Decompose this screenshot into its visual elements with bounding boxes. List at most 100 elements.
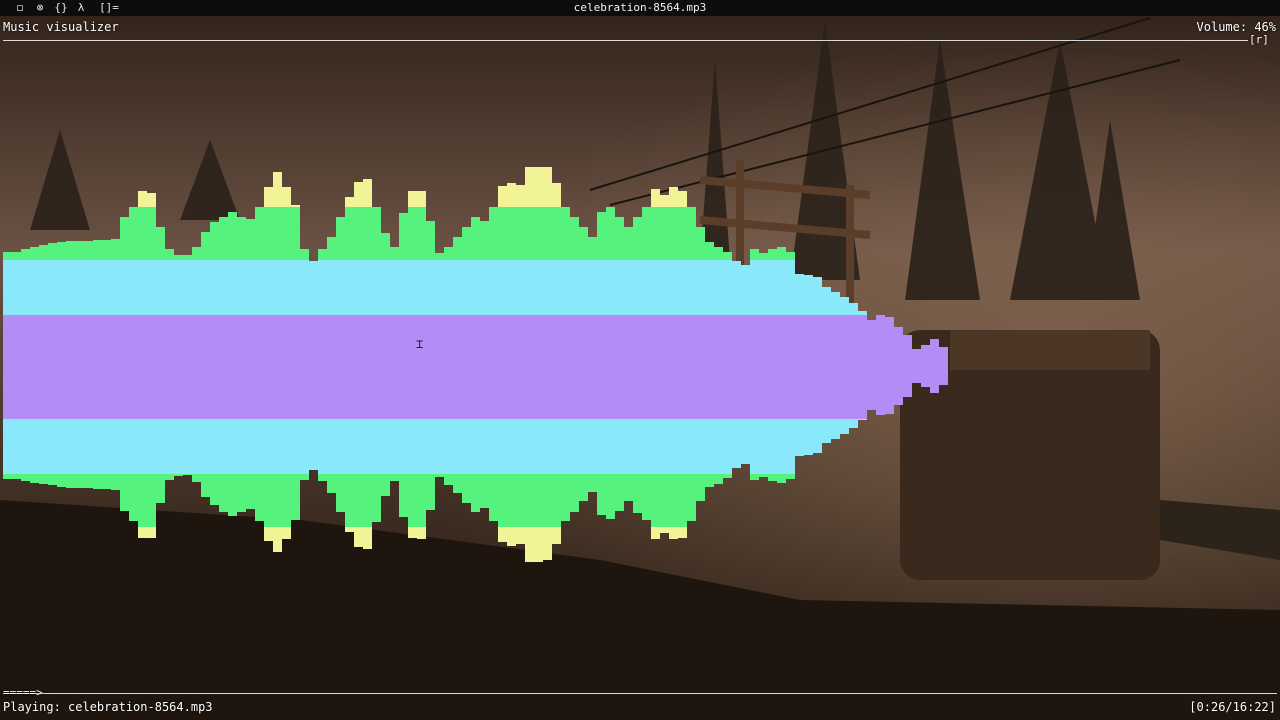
visualizer-bar-segment <box>408 419 417 474</box>
workspace-2-icon[interactable]: ⊗ <box>32 0 48 16</box>
visualizer-bar-segment <box>48 419 57 474</box>
visualizer-bar-segment <box>552 315 561 367</box>
visualizer-bar-segment <box>120 217 129 260</box>
visualizer-bar-segment <box>282 260 291 315</box>
visualizer-bar-segment <box>840 419 849 434</box>
visualizer-bar-segment <box>165 249 174 260</box>
visualizer-bar-segment <box>660 315 669 367</box>
visualizer-bar-segment <box>48 315 57 367</box>
visualizer-bar-segment <box>417 207 426 260</box>
progress-bar[interactable]: =====> <box>3 686 43 700</box>
visualizer-bar-segment <box>183 255 192 260</box>
visualizer-bar-segment <box>147 193 156 207</box>
visualizer-bar-segment <box>264 474 273 527</box>
visualizer-bar-segment <box>237 474 246 512</box>
visualizer-bar-segment <box>309 261 318 315</box>
visualizer-bar-segment <box>624 367 633 419</box>
visualizer-bar-segment <box>75 260 84 315</box>
visualizer-bar-segment <box>300 249 309 260</box>
visualizer-bar-segment <box>129 474 138 521</box>
visualizer-bar-segment <box>687 315 696 367</box>
visualizer-bar-segment <box>147 419 156 474</box>
visualizer-bar-segment <box>462 315 471 367</box>
visualizer-bar-segment <box>426 315 435 367</box>
visualizer-bar-segment <box>354 527 363 547</box>
visualizer-bar-segment <box>543 419 552 474</box>
visualizer-bar-segment <box>633 315 642 367</box>
visualizer-bar-segment <box>498 186 507 207</box>
visualizer-bar-segment <box>579 419 588 474</box>
visualizer-bar-segment <box>660 207 669 260</box>
visualizer-bar-segment <box>660 195 669 207</box>
visualizer-bar-segment <box>399 260 408 315</box>
visualizer-bar-segment <box>282 419 291 474</box>
visualizer-bar-segment <box>552 183 561 207</box>
layout-indicator[interactable]: []= <box>94 0 124 16</box>
visualizer-bar-segment <box>66 315 75 367</box>
visualizer-bar-segment <box>228 474 237 516</box>
visualizer-bar-segment <box>480 367 489 419</box>
visualizer-bar-segment <box>75 315 84 367</box>
visualizer-bar-segment <box>561 260 570 315</box>
visualizer-bar-segment <box>723 315 732 367</box>
visualizer-bar-segment <box>255 207 264 260</box>
visualizer-bar-segment <box>642 367 651 419</box>
visualizer-bar-segment <box>660 260 669 315</box>
visualizer-bar-segment <box>255 260 264 315</box>
visualizer-bar-segment <box>228 315 237 367</box>
visualizer-bar-segment <box>174 474 183 476</box>
visualizer-bar-segment <box>678 260 687 315</box>
visualizer-bar-segment <box>543 315 552 367</box>
visualizer-bar-segment <box>318 367 327 419</box>
visualizer-bar-segment <box>201 367 210 419</box>
visualizer-bar-segment <box>273 315 282 367</box>
visualizer-bar-segment <box>813 277 822 315</box>
visualizer-bar-segment <box>165 260 174 315</box>
visualizer-bar-segment <box>291 367 300 419</box>
visualizer-bar-segment <box>246 367 255 419</box>
workspace-3-icon[interactable]: {} <box>52 0 70 16</box>
workspace-1-icon[interactable]: ◻ <box>12 0 28 16</box>
visualizer-bar-segment <box>831 419 840 439</box>
visualizer-bar-segment <box>192 247 201 260</box>
visualizer-bar-segment <box>129 419 138 474</box>
visualizer-bar-segment <box>435 253 444 260</box>
visualizer-bar-segment <box>111 419 120 474</box>
visualizer-bar-segment <box>615 419 624 474</box>
visualizer-bar-segment <box>120 260 129 315</box>
visualizer-bar-segment <box>138 419 147 474</box>
visualizer-bar-segment <box>525 315 534 367</box>
visualizer-bar-segment <box>642 315 651 367</box>
visualizer-bar-segment <box>489 367 498 419</box>
visualizer-bar-segment <box>12 252 21 260</box>
visualizer-bar-segment <box>759 315 768 367</box>
visualizer-bar-segment <box>678 315 687 367</box>
visualizer-bar-segment <box>129 260 138 315</box>
visualizer-bar-segment <box>651 260 660 315</box>
visualizer-bar-segment <box>237 315 246 367</box>
visualizer-bar-segment <box>498 474 507 527</box>
visualizer-bar-segment <box>714 367 723 419</box>
visualizer-bar-segment <box>408 260 417 315</box>
visualizer-bar-segment <box>21 367 30 419</box>
visualizer-bar-segment <box>138 367 147 419</box>
visualizer-bar-segment <box>39 260 48 315</box>
visualizer-bar-segment <box>273 419 282 474</box>
top-status-bar: ◻ ⊗ {} λ []= celebration-8564.mp3 <box>0 0 1280 16</box>
visualizer-bar-segment <box>705 419 714 474</box>
visualizer-bar-segment <box>552 260 561 315</box>
visualizer-bar-segment <box>579 227 588 260</box>
visualizer-bar-segment <box>264 419 273 474</box>
visualizer-bar-segment <box>300 474 309 480</box>
visualizer-bar-segment <box>264 260 273 315</box>
visualizer-bar-segment <box>282 315 291 367</box>
visualizer-bar-segment <box>858 419 867 420</box>
visualizer-bar-segment <box>822 419 831 443</box>
visualizer-bar-segment <box>228 260 237 315</box>
visualizer-bar-segment <box>345 419 354 474</box>
visualizer-bar-segment <box>822 367 831 419</box>
visualizer-bar-segment <box>597 315 606 367</box>
workspace-4-icon[interactable]: λ <box>74 0 88 16</box>
visualizer-bar-segment <box>21 260 30 315</box>
visualizer-bar-segment <box>210 474 219 505</box>
